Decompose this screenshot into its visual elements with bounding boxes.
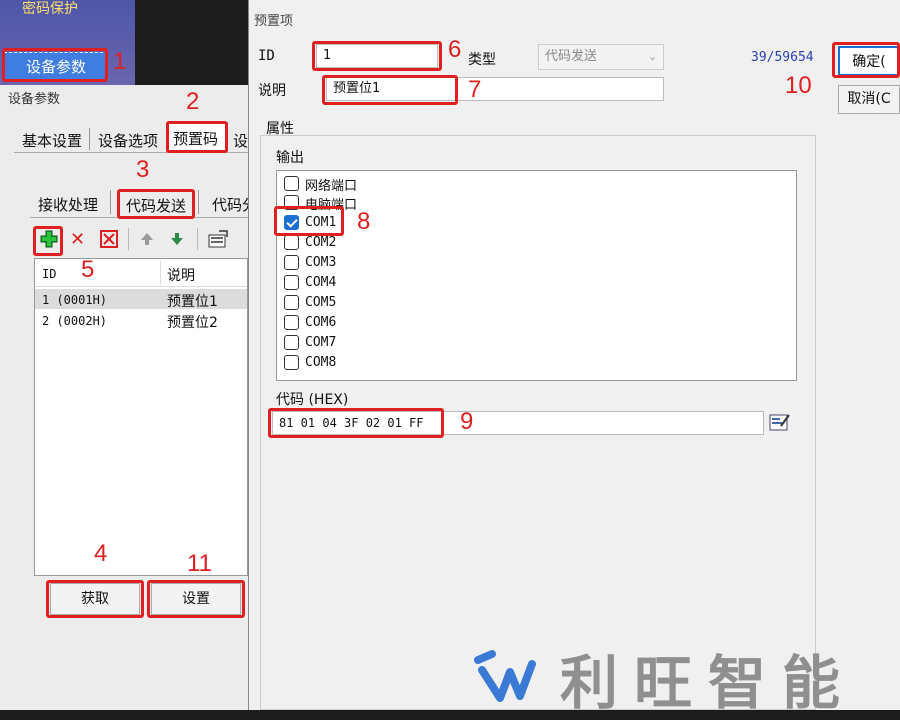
subtab-divider (198, 190, 199, 214)
counter: 39/59654 (751, 50, 814, 65)
properties-icon[interactable] (207, 229, 229, 249)
checkbox-com4[interactable] (284, 275, 299, 290)
highlight-box (832, 42, 900, 78)
list-header (35, 259, 247, 287)
device-params-window-title: 设备参数 (8, 92, 61, 107)
highlight-box (147, 580, 245, 618)
highlight-box (2, 48, 108, 82)
delete-all-icon[interactable] (100, 230, 118, 248)
id-label: ID (258, 48, 275, 64)
highlight-box (166, 121, 228, 153)
annotation-number: 10 (785, 72, 812, 99)
type-label: 类型 (468, 52, 496, 68)
annotation-number: 6 (448, 36, 462, 63)
watermark-text: 利旺智能 (560, 649, 857, 717)
checkbox-com5[interactable] (284, 295, 299, 310)
desc-label: 说明 (258, 83, 286, 99)
output-label: 输出 (276, 150, 304, 166)
highlight-box (33, 226, 63, 256)
highlight-box (46, 580, 144, 618)
chevron-down-icon: ⌄ (647, 50, 657, 63)
code-edit-icon[interactable] (769, 412, 791, 432)
header-divider (160, 261, 161, 285)
type-select-value: 代码发送 (545, 49, 598, 64)
delete-icon[interactable]: ✕ (70, 229, 85, 250)
password-protect-label[interactable]: 密码保护 (22, 0, 78, 18)
column-header-desc[interactable]: 说明 (167, 265, 195, 285)
subtab-receive[interactable]: 接收处理 (38, 194, 98, 215)
output-label-com4: COM4 (305, 275, 337, 290)
checkbox-com8[interactable] (284, 355, 299, 370)
annotation-number: 9 (460, 408, 474, 435)
checkbox-com2[interactable] (284, 235, 299, 250)
highlight-box (312, 41, 442, 71)
row-1-id[interactable]: 1 (0001H) (42, 293, 107, 307)
output-label-com7: COM7 (305, 335, 337, 350)
checkbox-com7[interactable] (284, 335, 299, 350)
move-up-icon[interactable] (139, 231, 155, 247)
highlight-box (322, 75, 458, 105)
row-1-desc[interactable]: 预置位1 (167, 291, 218, 311)
output-label-com8: COM8 (305, 355, 337, 370)
annotation-number: 4 (94, 540, 108, 567)
row-2-id[interactable]: 2 (0002H) (42, 314, 107, 328)
highlight-box (274, 206, 344, 236)
output-label-network-port: 网络端口 (305, 179, 358, 194)
annotation-number: 1 (113, 48, 127, 75)
dialog-title: 预置项 (254, 14, 294, 29)
cancel-button[interactable]: 取消(C (838, 85, 900, 114)
checkbox-com6[interactable] (284, 315, 299, 330)
checkbox-com3[interactable] (284, 255, 299, 270)
annotation-number: 8 (357, 208, 371, 235)
annotation-number: 11 (187, 550, 212, 577)
type-select[interactable]: 代码发送 ⌄ (538, 44, 664, 70)
attributes-label: 属性 (266, 121, 294, 137)
tab-basic-settings[interactable]: 基本设置 (22, 130, 82, 151)
highlight-box (268, 408, 444, 438)
output-label-com5: COM5 (305, 295, 337, 310)
annotation-number: 2 (186, 88, 200, 115)
output-label-com2: COM2 (305, 235, 337, 250)
annotation-number: 3 (136, 156, 150, 183)
column-header-id[interactable]: ID (42, 267, 56, 281)
move-down-icon[interactable] (169, 231, 185, 247)
output-label-com6: COM6 (305, 315, 337, 330)
row-2-desc[interactable]: 预置位2 (167, 312, 218, 332)
annotation-number: 5 (81, 256, 95, 283)
subtab-divider (110, 190, 111, 214)
highlight-box (117, 189, 195, 219)
tab-device-options[interactable]: 设备选项 (98, 130, 158, 151)
toolbar-divider (197, 228, 198, 250)
code-label: 代码 (HEX) (276, 392, 349, 408)
toolbar-divider (128, 228, 129, 250)
output-label-com3: COM3 (305, 255, 337, 270)
annotation-number: 7 (468, 76, 482, 103)
tab-divider (89, 128, 90, 150)
brand-logo-icon (470, 650, 540, 705)
checkbox-network-port[interactable] (284, 176, 299, 191)
tab-more[interactable]: 设 (233, 130, 248, 151)
